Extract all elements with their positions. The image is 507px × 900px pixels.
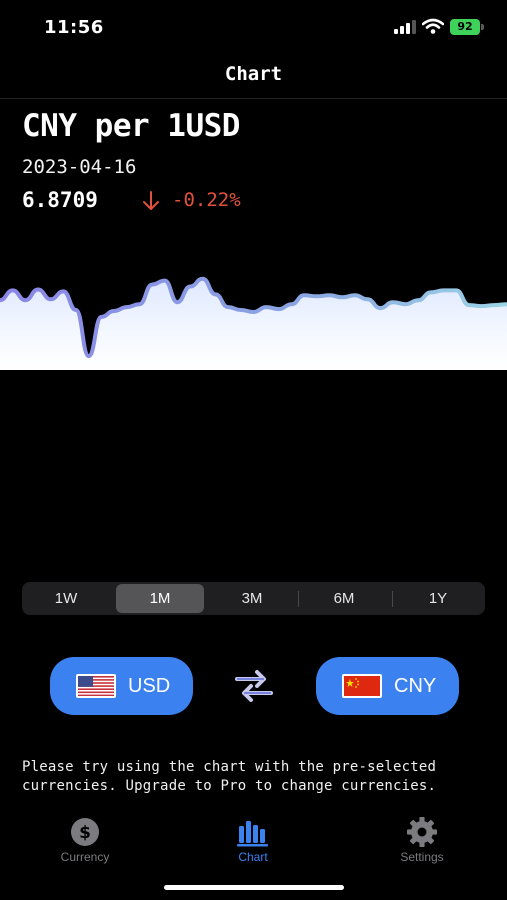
dollar-icon: $ <box>71 818 99 846</box>
status-time: 11:56 <box>44 17 104 38</box>
range-option-1y[interactable]: 1Y <box>394 584 482 613</box>
battery-tip <box>481 24 484 30</box>
to-currency-label: CNY <box>394 675 437 697</box>
to-currency-button[interactable]: CNY <box>316 657 459 715</box>
time-range-selector: 1W 1M 3M 6M 1Y <box>22 582 485 615</box>
cn-flag-graphic <box>344 676 380 696</box>
tab-currency[interactable]: $ Currency <box>30 816 140 864</box>
segment-divider <box>392 591 393 607</box>
battery-icon: 92 <box>450 19 484 35</box>
rate-change: -0.22% <box>172 189 241 211</box>
segment-divider <box>298 591 299 607</box>
swap-icon[interactable] <box>234 669 274 703</box>
status-bar: 11:56 92 <box>0 0 507 54</box>
us-flag-icon <box>76 674 116 698</box>
gear-icon <box>407 817 437 847</box>
tab-chart[interactable]: Chart <box>198 816 308 864</box>
tab-label-currency: Currency <box>60 850 110 864</box>
range-option-6m[interactable]: 6M <box>300 584 388 613</box>
upgrade-note: Please try using the chart with the pre-… <box>22 759 437 794</box>
from-currency-label: USD <box>128 675 171 697</box>
tab-label-settings: Settings <box>400 850 444 864</box>
rate-value: 6.8709 <box>22 188 98 212</box>
tab-settings[interactable]: Settings <box>367 816 477 864</box>
tab-label-chart: Chart <box>238 850 268 864</box>
range-option-3m[interactable]: 3M <box>208 584 296 613</box>
currency-pair-title: CNY per 1USD <box>22 108 240 144</box>
bar-chart-icon <box>237 821 268 847</box>
from-currency-button[interactable]: USD <box>50 657 193 715</box>
rate-area-chart[interactable] <box>0 255 507 370</box>
cn-flag-icon <box>342 674 382 698</box>
page-title: Chart <box>224 63 283 85</box>
cellular-signal-icon <box>394 20 416 34</box>
svg-text:$: $ <box>79 823 91 843</box>
arrow-down-icon <box>143 191 159 210</box>
us-flag-graphic <box>78 676 114 696</box>
rate-date: 2023-04-16 <box>22 156 137 178</box>
nav-divider <box>0 98 507 99</box>
range-option-1w[interactable]: 1W <box>22 584 110 613</box>
wifi-icon <box>422 18 444 34</box>
range-option-1m[interactable]: 1M <box>116 584 204 613</box>
home-indicator <box>164 885 344 890</box>
battery-level: 92 <box>450 19 480 35</box>
